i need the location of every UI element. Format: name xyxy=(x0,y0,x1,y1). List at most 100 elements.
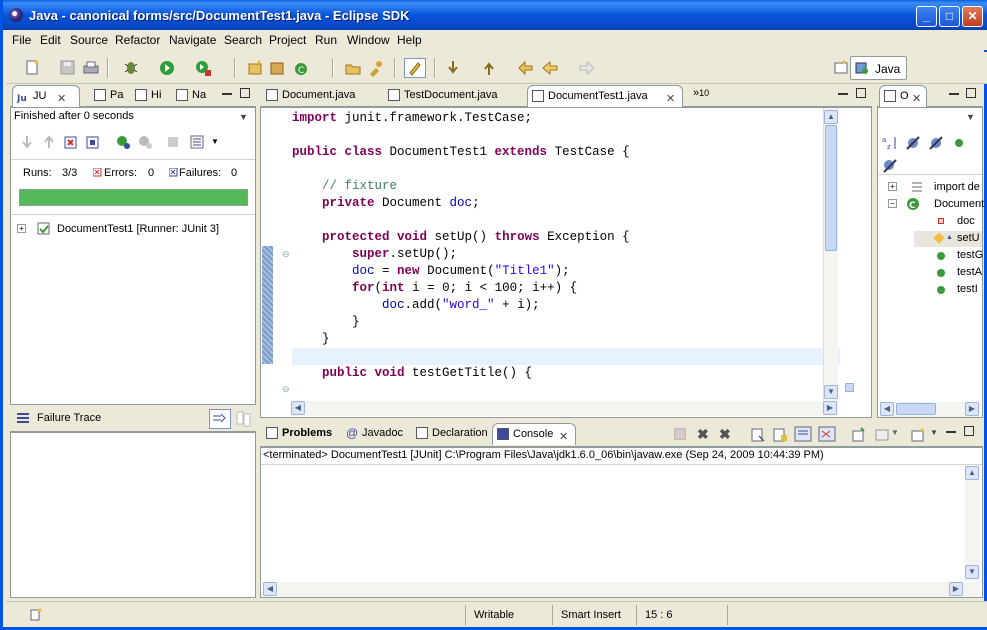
show-on-error-icon[interactable] xyxy=(818,426,836,447)
menu-search[interactable]: Search xyxy=(224,33,262,47)
scroll-up-icon[interactable]: ▲ xyxy=(965,466,979,480)
tab-problems[interactable]: Problems xyxy=(262,423,340,445)
menu-edit[interactable]: Edit xyxy=(40,33,61,47)
clear-console-icon[interactable] xyxy=(750,427,766,446)
print-icon[interactable] xyxy=(82,59,100,77)
debug-icon[interactable] xyxy=(122,59,140,77)
scroll-thumb[interactable] xyxy=(825,125,837,251)
compare-result-icon[interactable] xyxy=(236,411,252,430)
open-console-icon[interactable] xyxy=(910,427,926,446)
minimize-console-icon[interactable] xyxy=(946,431,956,433)
terminate-icon[interactable] xyxy=(674,428,686,440)
open-console-dropdown-icon[interactable]: ▼ xyxy=(930,428,938,437)
close-button[interactable]: ✕ xyxy=(962,6,983,27)
outline-item-field-doc[interactable]: doc xyxy=(914,214,982,230)
test-tree-item[interactable]: + DocumentTest1 [Runner: JUnit 3] xyxy=(17,222,242,238)
tab-document-java[interactable]: Document.java xyxy=(262,85,380,107)
code-line[interactable]: // fixture xyxy=(292,178,397,195)
editor-horizontal-scrollbar[interactable]: ◀ ▶ xyxy=(291,401,839,416)
editor-overflow-button[interactable]: »10 xyxy=(693,87,709,99)
menu-refactor[interactable]: Refactor xyxy=(115,33,160,47)
previous-failure-icon[interactable] xyxy=(41,134,57,153)
back-icon[interactable] xyxy=(541,59,559,77)
maximize-outline-icon[interactable] xyxy=(966,88,976,98)
remove-launch-icon[interactable]: ✖ xyxy=(697,426,709,443)
menu-project[interactable]: Project xyxy=(269,33,306,47)
code-line[interactable]: private Document doc; xyxy=(292,195,480,212)
menu-window[interactable]: Window xyxy=(347,33,390,47)
maximize-editor-icon[interactable] xyxy=(856,88,866,98)
console-vertical-scrollbar[interactable]: ▲ ▼ xyxy=(965,465,980,581)
minimize-view-icon[interactable] xyxy=(222,93,232,95)
tab-junit[interactable]: Ju JU ✕ xyxy=(12,85,80,107)
outline-horizontal-scrollbar[interactable]: ◀ ▶ xyxy=(880,402,980,417)
code-line[interactable]: protected void setUp() throws Exception … xyxy=(292,229,630,246)
expand-icon[interactable]: + xyxy=(888,182,897,191)
menu-source[interactable]: Source xyxy=(70,33,108,47)
maximize-button[interactable]: □ xyxy=(939,6,960,27)
next-annotation-icon[interactable] xyxy=(444,59,462,77)
tab-console[interactable]: Console ✕ xyxy=(492,423,576,445)
maximize-console-icon[interactable] xyxy=(964,426,974,436)
console-horizontal-scrollbar[interactable]: ◀ ▶ xyxy=(263,582,980,597)
show-on-output-icon[interactable] xyxy=(794,426,812,447)
code-line[interactable]: } xyxy=(292,314,360,331)
console-dropdown-icon[interactable]: ▼ xyxy=(891,428,899,437)
code-line[interactable]: public class DocumentTest1 extends TestC… xyxy=(292,144,630,161)
forward-icon[interactable] xyxy=(578,59,596,77)
scroll-left-icon[interactable]: ◀ xyxy=(291,401,305,415)
hide-non-public-icon[interactable] xyxy=(953,137,965,152)
close-icon[interactable]: ✕ xyxy=(57,89,66,109)
open-perspective-icon[interactable] xyxy=(832,59,850,77)
hide-static-icon[interactable] xyxy=(928,135,944,154)
code-line[interactable]: for(int i = 0; i < 100; i++) { xyxy=(292,280,577,297)
outline-item-class[interactable]: − C Document xyxy=(888,197,984,213)
scroll-left-icon[interactable]: ◀ xyxy=(880,402,894,416)
run-external-icon[interactable] xyxy=(194,59,212,77)
stop-icon[interactable] xyxy=(165,134,181,153)
tab-javadoc[interactable]: @ Javadoc xyxy=(342,423,410,445)
toggle-mark-occurrences-icon[interactable] xyxy=(404,58,426,78)
new-icon[interactable] xyxy=(24,59,42,77)
scroll-right-icon[interactable]: ▶ xyxy=(823,401,837,415)
open-type-icon[interactable] xyxy=(344,59,362,77)
expand-icon[interactable]: + xyxy=(17,224,26,233)
minimize-outline-icon[interactable] xyxy=(949,93,959,95)
last-edit-location-icon[interactable] xyxy=(516,59,534,77)
rerun-test-icon[interactable] xyxy=(115,134,131,153)
tab-testdocument-java[interactable]: TestDocument.java xyxy=(384,85,524,107)
filter-stack-trace-icon[interactable] xyxy=(209,409,231,429)
sort-icon[interactable]: az xyxy=(882,135,898,154)
editor-vertical-scrollbar[interactable]: ▲ ▼ xyxy=(823,108,838,402)
tab-outline[interactable]: O ✕ xyxy=(879,85,927,107)
collapse-icon[interactable]: − xyxy=(888,199,897,208)
show-failures-only-icon[interactable] xyxy=(63,134,79,153)
scroll-left-icon[interactable]: ◀ xyxy=(263,582,277,596)
menu-run[interactable]: Run xyxy=(315,33,337,47)
close-icon[interactable]: ✕ xyxy=(666,89,675,109)
scroll-right-icon[interactable]: ▶ xyxy=(965,402,979,416)
save-icon[interactable] xyxy=(59,59,77,77)
code-line[interactable]: doc = new Document("Title1"); xyxy=(292,263,570,280)
close-icon[interactable]: ✕ xyxy=(559,427,568,447)
tab-documenttest1-java[interactable]: DocumentTest1.java ✕ xyxy=(527,85,683,107)
code-line[interactable]: public void testGetTitle() { xyxy=(292,365,532,382)
java-perspective-button[interactable]: Java xyxy=(850,56,907,80)
menu-help[interactable]: Help xyxy=(397,33,422,47)
menu-navigate[interactable]: Navigate xyxy=(169,33,216,47)
outline-item-method-testi[interactable]: testI xyxy=(914,282,982,298)
tab-hierarchy[interactable]: Hi xyxy=(131,85,171,107)
outline-item-method-testa[interactable]: testA xyxy=(914,265,982,281)
code-line[interactable]: doc.add("word_" + i); xyxy=(292,297,540,314)
new-class-icon[interactable]: C xyxy=(292,59,310,77)
menu-file[interactable]: File xyxy=(12,33,31,47)
search-icon[interactable] xyxy=(367,59,385,77)
pin-console-icon[interactable] xyxy=(850,427,866,446)
collapse-icon[interactable]: ⊖ xyxy=(282,384,290,395)
scroll-lock-icon[interactable] xyxy=(85,134,101,153)
scroll-thumb[interactable] xyxy=(896,403,936,415)
hide-fields-icon[interactable] xyxy=(905,135,921,154)
history-dropdown-icon[interactable]: ▼ xyxy=(211,137,219,146)
rerun-failed-first-icon[interactable] xyxy=(137,134,153,153)
scroll-up-icon[interactable]: ▲ xyxy=(824,110,838,124)
